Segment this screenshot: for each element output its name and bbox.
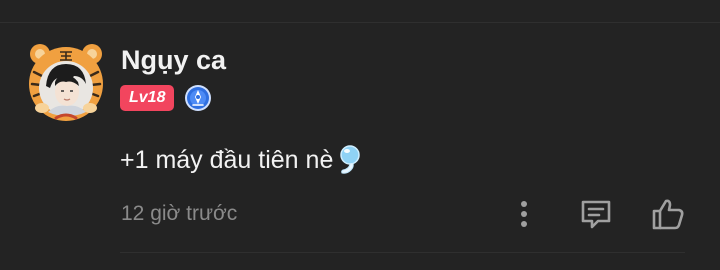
comment-body: +1 máy đầu tiên nè: [120, 143, 363, 177]
blue-medal-badge-icon[interactable]: [184, 84, 212, 112]
bottom-divider: [120, 252, 685, 253]
thumbs-up-icon: [652, 199, 684, 230]
top-divider: [0, 22, 720, 23]
username[interactable]: Ngụy ca: [121, 44, 226, 76]
like-button[interactable]: [648, 194, 688, 234]
user-badges: Lv18: [120, 84, 212, 112]
reply-button[interactable]: [576, 194, 616, 234]
reply-comment-icon: [581, 200, 611, 229]
water-bubble-emoji-icon: [340, 145, 361, 174]
user-avatar[interactable]: [26, 42, 106, 122]
level-badge: Lv18: [120, 85, 175, 111]
tiger-frame-avatar-icon: [29, 44, 103, 121]
comment-timestamp: 12 giờ trước: [121, 202, 238, 225]
more-vertical-icon: [521, 201, 527, 227]
more-options-button[interactable]: [504, 194, 544, 234]
comment-text: +1 máy đầu tiên nè: [120, 146, 334, 174]
comment-screen: Ngụy ca Lv18 +1 máy đầu tiên nè 12 giờ t…: [0, 0, 720, 270]
